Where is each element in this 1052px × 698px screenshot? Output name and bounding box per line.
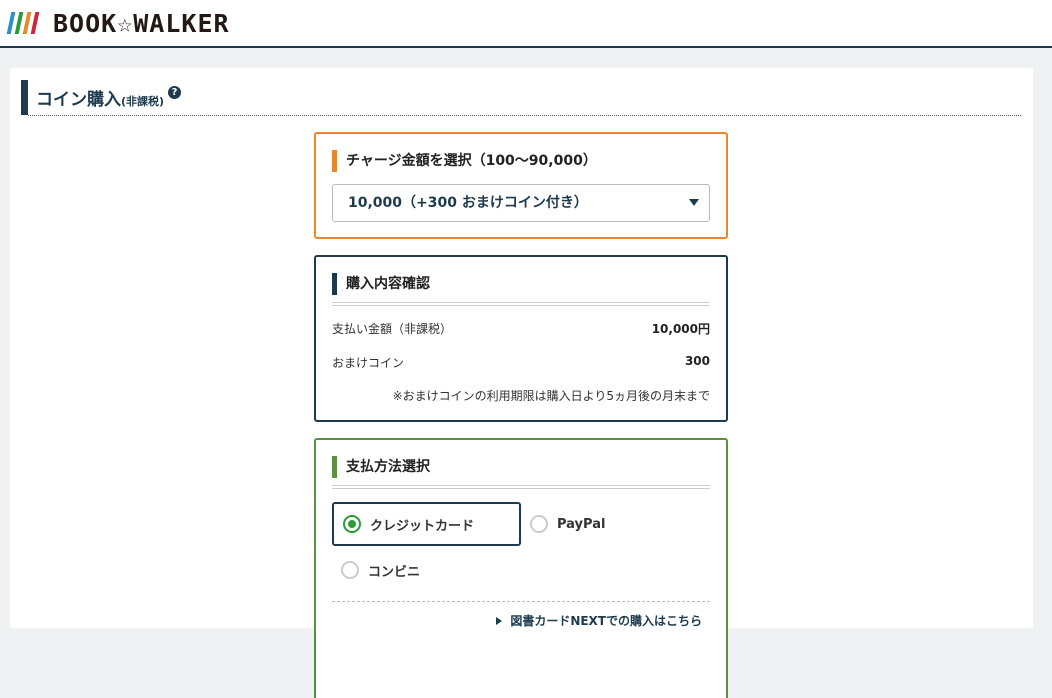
purchase-confirmation-card: 購入内容確認 支払い金額（非課税） 10,000円 おまけコイン 300 ※おま… bbox=[314, 255, 728, 422]
bonus-coin-label: おまけコイン bbox=[332, 356, 405, 370]
payment-link-divider bbox=[332, 601, 710, 602]
triangle-right-icon bbox=[496, 616, 503, 625]
payment-option-credit-card[interactable]: クレジットカード bbox=[332, 502, 521, 546]
site-header: BOOK☆WALKER bbox=[0, 0, 1052, 48]
radio-unselected-icon[interactable] bbox=[530, 515, 548, 533]
payment-method-divider bbox=[332, 485, 710, 489]
charge-amount-card: チャージ金額を選択（100～90,000） 10,000（+300 おまけコイン… bbox=[314, 132, 728, 239]
charge-amount-select[interactable]: 10,000（+300 おまけコイン付き） bbox=[332, 184, 710, 222]
dropdown-arrow-icon bbox=[689, 199, 699, 206]
radio-unselected-icon[interactable] bbox=[341, 561, 359, 579]
bonus-coin-value: 300 bbox=[684, 354, 710, 368]
bonus-coin-expiry-note: ※おまけコインの利用期限は購入日より5ヵ月後の月末まで bbox=[392, 389, 710, 403]
logo-bar-orange bbox=[22, 12, 32, 34]
payment-method-heading: 支払方法選択 bbox=[332, 456, 430, 478]
logo-bar-red bbox=[30, 12, 40, 34]
payment-option-convenience-store[interactable]: コンビニ bbox=[332, 548, 521, 592]
payment-amount-value: 10,000円 bbox=[651, 322, 710, 336]
payment-option-label: クレジットカード bbox=[370, 518, 475, 534]
payment-option-paypal[interactable]: PayPal bbox=[530, 502, 710, 546]
payment-option-label: PayPal bbox=[557, 516, 606, 532]
radio-selected-icon[interactable] bbox=[343, 515, 361, 533]
payment-option-label: コンビニ bbox=[368, 564, 421, 580]
page-title: コイン購入 (非課税) ? bbox=[21, 80, 182, 115]
book-walker-logo[interactable]: BOOK☆WALKER bbox=[6, 8, 230, 38]
page-title-suffix: (非課税) bbox=[121, 94, 165, 108]
purchase-confirmation-heading: 購入内容確認 bbox=[332, 273, 430, 295]
confirmation-divider bbox=[332, 302, 710, 306]
payment-amount-row: 支払い金額（非課税） 10,000円 bbox=[332, 320, 710, 337]
payment-method-card: 支払方法選択 クレジットカード PayPal コンビニ 図書カードNEXTでの購… bbox=[314, 438, 728, 698]
logo-bar-green bbox=[14, 12, 24, 34]
tosho-card-next-link[interactable]: 図書カードNEXTでの購入はこちら bbox=[496, 612, 702, 629]
logo-text: BOOK☆WALKER bbox=[53, 8, 230, 38]
tosho-card-next-link-text: 図書カードNEXTでの購入はこちら bbox=[510, 614, 702, 628]
main-panel: コイン購入 (非課税) ? チャージ金額を選択（100～90,000） 10,0… bbox=[10, 68, 1033, 698]
page-title-text: コイン購入 bbox=[36, 90, 121, 110]
charge-amount-heading: チャージ金額を選択（100～90,000） bbox=[332, 150, 597, 172]
charge-amount-selected-value: 10,000（+300 おまけコイン付き） bbox=[348, 195, 588, 211]
payment-amount-label: 支払い金額（非課税） bbox=[332, 322, 453, 336]
bonus-coin-row: おまけコイン 300 bbox=[332, 354, 710, 371]
help-icon[interactable]: ? bbox=[168, 86, 182, 99]
logo-bars-icon bbox=[6, 12, 41, 34]
title-divider bbox=[28, 115, 1021, 116]
logo-bar-blue bbox=[6, 12, 16, 34]
